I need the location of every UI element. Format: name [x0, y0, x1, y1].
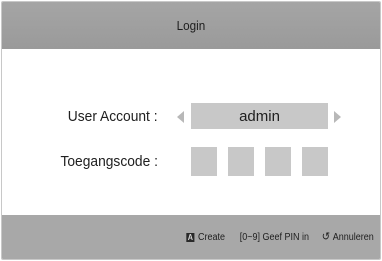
pin-entry-label: [0~9] Geef PIN in — [239, 231, 310, 243]
pin-digit-4[interactable] — [302, 147, 328, 176]
pin-digit-3[interactable] — [265, 147, 291, 176]
passcode-label: Toegangscode : — [60, 153, 158, 170]
cancel-label: Annuleren — [332, 231, 374, 243]
login-dialog: Login User Account : admin Toegangscode … — [1, 1, 381, 260]
user-account-label: User Account : — [68, 108, 158, 125]
pin-digit-1[interactable] — [191, 147, 217, 176]
dialog-body: User Account : admin Toegangscode : — [2, 49, 380, 215]
dialog-footer: A Create [0~9] Geef PIN in ↺ Annuleren — [2, 215, 380, 259]
pin-digit-2[interactable] — [228, 147, 254, 176]
arrow-left-icon[interactable] — [177, 111, 184, 123]
return-icon: ↺ — [321, 231, 331, 243]
dialog-titlebar: Login — [2, 2, 380, 49]
cancel-hint[interactable]: ↺ Annuleren — [322, 232, 374, 243]
arrow-right-icon[interactable] — [334, 111, 341, 123]
a-button-icon: A — [186, 232, 195, 242]
dialog-title: Login — [176, 18, 206, 33]
create-hint[interactable]: A Create — [186, 232, 225, 243]
user-account-selector[interactable]: admin — [191, 103, 328, 129]
create-label: Create — [198, 231, 226, 243]
user-account-value: admin — [239, 107, 280, 125]
pin-entry-hint: [0~9] Geef PIN in — [240, 232, 309, 243]
